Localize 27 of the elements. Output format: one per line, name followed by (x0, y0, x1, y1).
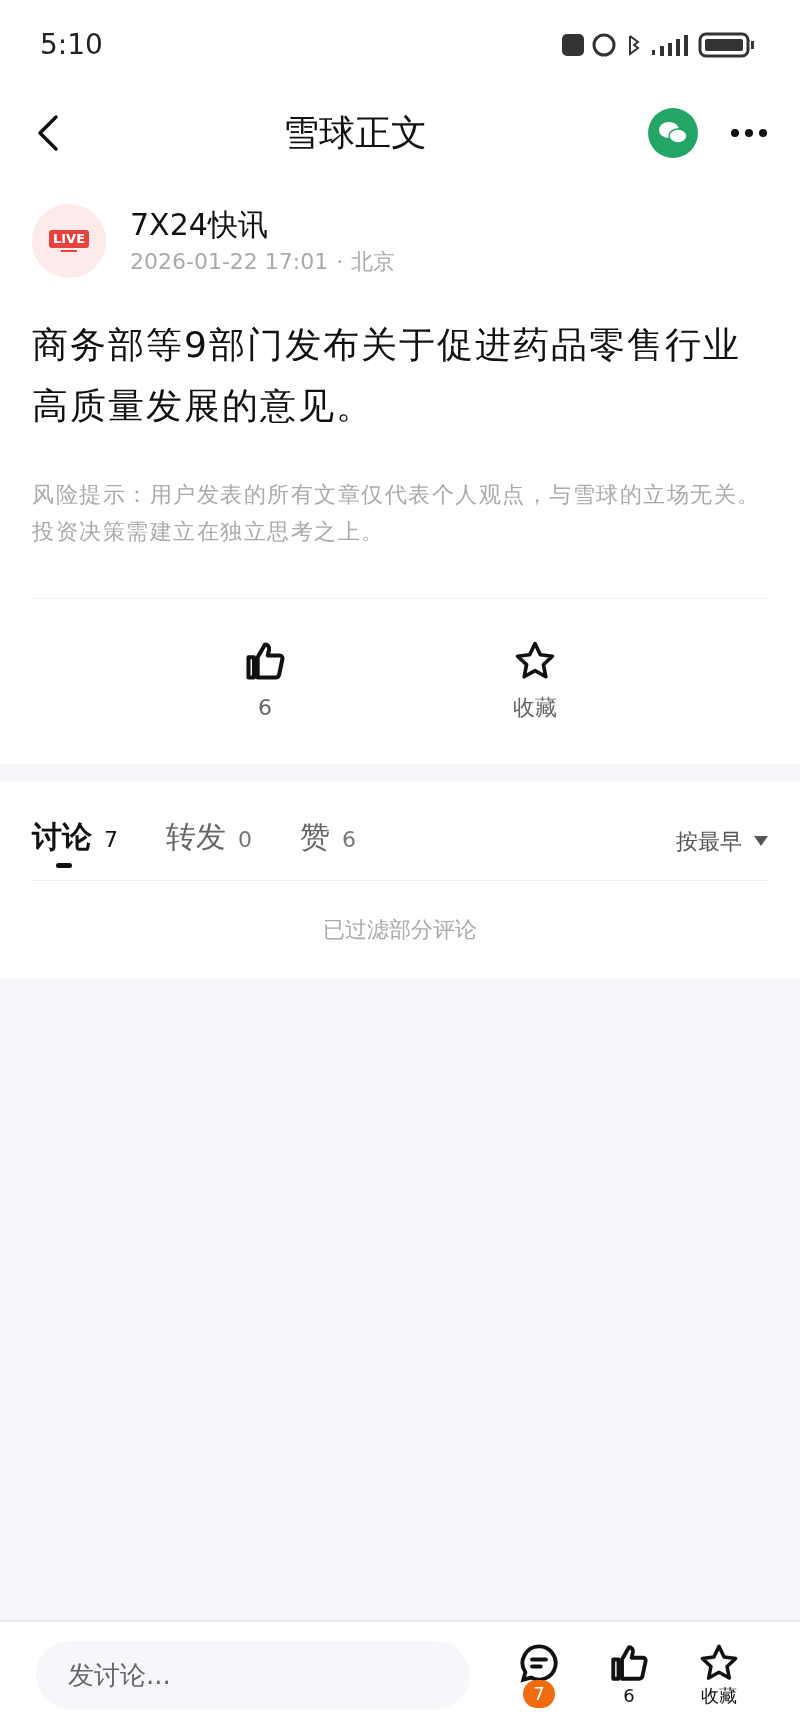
post-body: 商务部等9部门发布关于促进药品零售行业高质量发展的意见。 (31, 323, 742, 428)
page-title: 雪球正文 (282, 111, 428, 155)
comment-tab[interactable]: 讨论 7 (32, 814, 118, 868)
post-time: 2026-01-22 17:01 (130, 247, 329, 276)
chat-bubbles-icon (658, 120, 688, 146)
live-badge: LIVE (48, 230, 90, 248)
count-badge: 7 (523, 1679, 555, 1708)
post-location: 北京 (351, 247, 396, 276)
action-button[interactable]: 收藏 (490, 639, 580, 724)
toolbar-button[interactable]: 收藏 (684, 1641, 754, 1708)
comment-tab[interactable]: 转发 0 (166, 814, 252, 868)
toolbar-button[interactable]: 6 (594, 1641, 664, 1708)
status-time: 5:10 (40, 27, 103, 63)
comment-tab[interactable]: 赞 6 (300, 814, 356, 868)
filter-note: 已过滤部分评论 (322, 916, 478, 944)
author-avatar[interactable]: LIVE (32, 204, 106, 278)
caret-icon (754, 836, 768, 846)
wechat-share-button[interactable] (648, 108, 698, 158)
toolbar-button[interactable]: 7 (504, 1641, 574, 1708)
more-icon[interactable] (730, 128, 768, 138)
separator-dot: · (336, 247, 344, 276)
sort-dropdown[interactable]: 按最早 (676, 824, 768, 858)
action-button[interactable]: 6 (220, 639, 310, 724)
comment-icon (518, 1641, 560, 1684)
risk-notice: 风险提示：用户发表的所有文章仅代表个人观点，与雪球的立场无关。投资决策需建立在独立思考之上。 (31, 481, 762, 546)
author-name[interactable]: 7X24快讯 (130, 204, 396, 245)
comment-input[interactable]: 发讨论... (36, 1640, 470, 1709)
